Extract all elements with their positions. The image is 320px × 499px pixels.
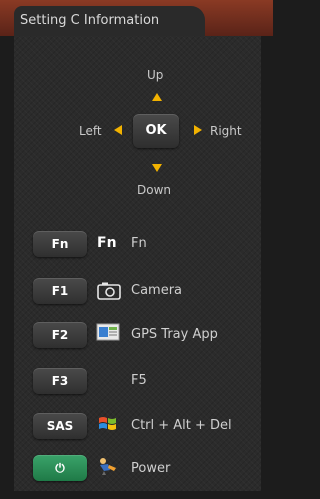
f1-action-label: Camera	[131, 283, 183, 298]
power-figure-icon	[100, 458, 116, 475]
fn-icon: Fn	[97, 235, 117, 251]
left-arrow-icon[interactable]	[114, 125, 122, 135]
f1-key-button[interactable]: F1	[33, 278, 87, 304]
f3-key-button[interactable]: F3	[33, 368, 87, 394]
window-title: Setting C Information	[20, 13, 160, 28]
up-arrow-icon[interactable]	[152, 93, 162, 101]
f2-key-button[interactable]: F2	[33, 322, 87, 348]
fn-action-label: Fn	[131, 236, 147, 251]
dpad-left-label: Left	[79, 124, 102, 138]
right-arrow-icon[interactable]	[194, 125, 202, 135]
gps-tray-app-icon	[96, 323, 120, 341]
fn-key-button[interactable]: Fn	[33, 231, 87, 257]
power-action-label: Power	[131, 461, 171, 476]
power-button[interactable]: ⏻	[33, 455, 87, 481]
ok-button[interactable]: OK	[133, 114, 179, 148]
f2-action-label: GPS Tray App	[131, 327, 218, 342]
dpad-right-label: Right	[210, 124, 242, 138]
down-arrow-icon[interactable]	[152, 164, 162, 172]
dpad-down-label: Down	[137, 183, 172, 197]
camera-icon	[97, 282, 121, 300]
sas-action-label: Ctrl + Alt + Del	[131, 418, 232, 433]
dpad-up-label: Up	[147, 68, 164, 82]
sas-key-button[interactable]: SAS	[33, 413, 87, 439]
windows-flag-icon	[99, 417, 116, 430]
f3-action-label: F5	[131, 373, 147, 388]
